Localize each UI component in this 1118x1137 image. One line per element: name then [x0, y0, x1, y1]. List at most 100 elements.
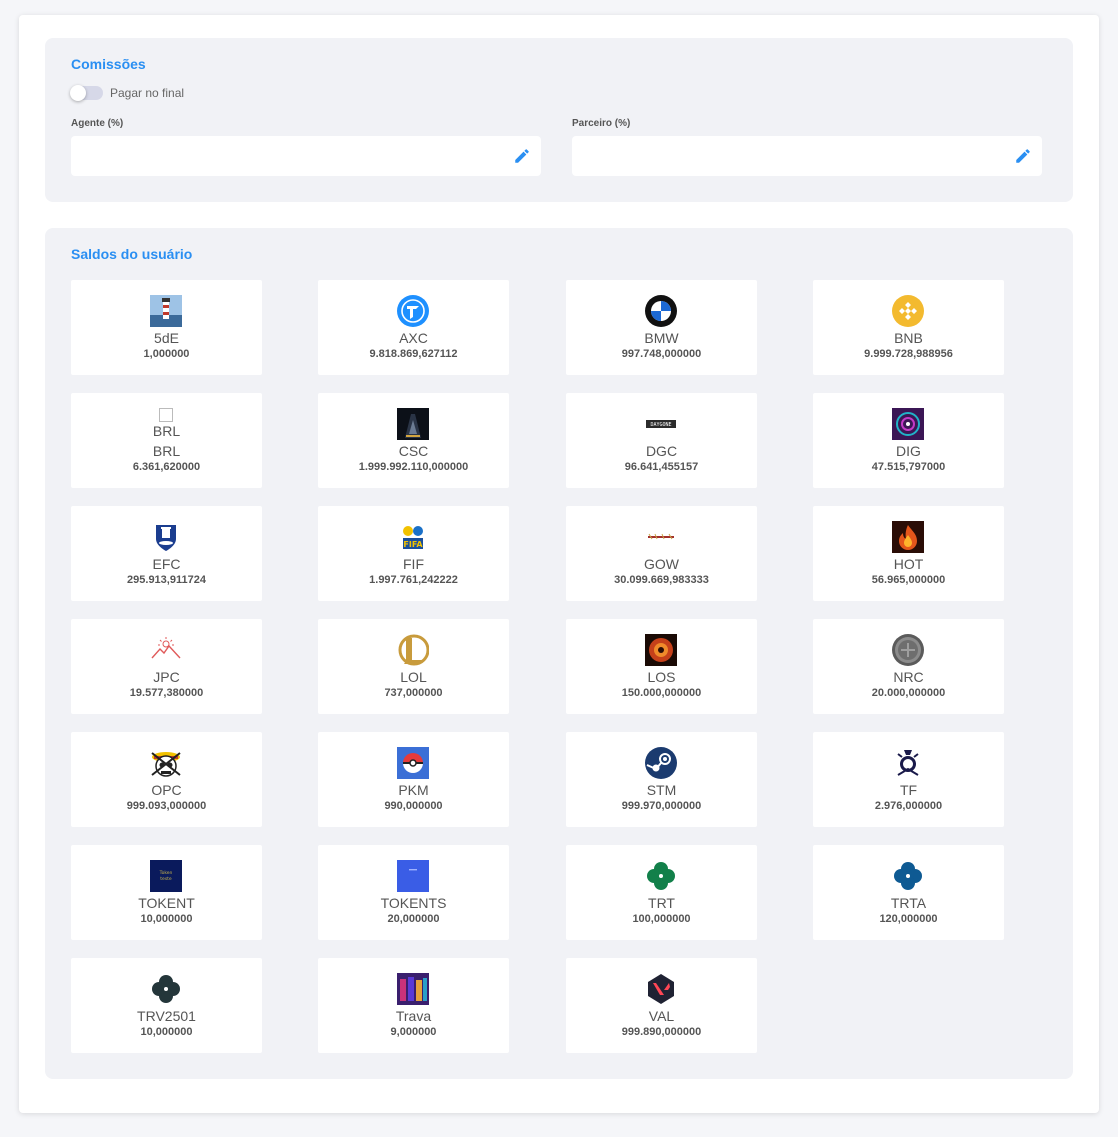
comissoes-panel: Comissões Pagar no final Agente (%) Parc…	[45, 38, 1073, 202]
clover-green-icon	[645, 860, 677, 892]
balance-tile: TOKENTS 20,000000	[318, 845, 509, 940]
balance-tile: VAL 999.890,000000	[566, 958, 757, 1053]
balance-code: LOS	[647, 669, 676, 685]
balance-tile: AXC 9.818.869,627112	[318, 280, 509, 375]
balance-value: 9,000000	[390, 1026, 437, 1038]
balance-code: VAL	[648, 1008, 675, 1024]
balance-code: TOKENT	[138, 895, 195, 911]
dig-logo-icon	[892, 408, 924, 440]
balance-value: 10,000000	[140, 1026, 193, 1038]
parceiro-input[interactable]	[572, 136, 1042, 176]
balance-value: 47.515,797000	[871, 461, 946, 473]
balance-tile: LOS 150.000,000000	[566, 619, 757, 714]
lol-logo-icon	[397, 634, 430, 666]
balance-code: BRL	[152, 443, 181, 459]
balance-code: EFC	[152, 556, 181, 572]
saldos-title: Saldos do usuário	[71, 246, 193, 262]
balance-tile: EFC 295.913,911724	[71, 506, 262, 601]
balance-code: GOW	[644, 556, 679, 572]
balance-tile: NRC 20.000,000000	[813, 619, 1004, 714]
coin-icon	[892, 634, 924, 666]
balance-value: 999.970,000000	[621, 800, 702, 812]
toggle-knob	[70, 85, 86, 101]
balance-tile: 5dE 1,000000	[71, 280, 262, 375]
bmw-logo-icon	[645, 295, 677, 327]
balance-code: OPC	[151, 782, 182, 798]
agente-label: Agente (%)	[71, 118, 124, 129]
svg-text:DAYGONE: DAYGONE	[650, 422, 671, 428]
balance-value: 20,000000	[387, 913, 440, 925]
balance-value: 10,000000	[140, 913, 193, 925]
crest-icon	[892, 747, 924, 779]
balance-code: BNB	[894, 330, 923, 346]
balance-tile: TRT 100,000000	[566, 845, 757, 940]
parceiro-field	[572, 136, 1042, 176]
clover-blue-icon	[892, 860, 924, 892]
balance-code: TF	[899, 782, 918, 798]
balance-tile: LOL 737,000000	[318, 619, 509, 714]
balance-value: 999.890,000000	[621, 1026, 702, 1038]
balance-code: TRTA	[890, 895, 927, 911]
balance-value: 997.748,000000	[621, 348, 702, 360]
pencil-icon[interactable]	[513, 147, 531, 165]
pokeball-icon	[397, 747, 429, 779]
gow-logo-icon	[645, 521, 677, 553]
balance-value: 100,000000	[632, 913, 691, 925]
balance-tile: BRL BRL 6.361,620000	[71, 393, 262, 488]
balance-code: HOT	[893, 556, 924, 572]
balance-value: 295.913,911724	[127, 574, 206, 586]
balance-tile: BMW 997.748,000000	[566, 280, 757, 375]
balance-code: CSC	[398, 443, 429, 459]
dgc-logo-icon: DAYGONE	[645, 408, 677, 440]
balance-value: 9.999.728,988956	[864, 348, 953, 360]
balance-code: BMW	[644, 330, 679, 346]
pagar-no-final-toggle[interactable]	[70, 85, 103, 101]
balance-tile: STM 999.970,000000	[566, 732, 757, 827]
balance-code: TRT	[648, 895, 675, 911]
balance-tile: GOW 30.099.669,983333	[566, 506, 757, 601]
balance-tile: Token teste TOKENT 10,000000	[71, 845, 262, 940]
balance-code: FIF	[403, 556, 424, 572]
balance-tile: CSC 1.999.992.110,000000	[318, 393, 509, 488]
agente-input[interactable]	[71, 136, 541, 176]
balance-value: 990,000000	[384, 800, 443, 812]
balance-code: STM	[646, 782, 677, 798]
svg-text:FIFA: FIFA	[403, 540, 423, 549]
balance-value: 999.093,000000	[126, 800, 207, 812]
balance-code: JPC	[153, 669, 180, 685]
los-logo-icon	[645, 634, 677, 666]
pagar-no-final-label: Pagar no final	[110, 86, 185, 100]
bnb-logo-icon	[892, 295, 924, 327]
page-card: Comissões Pagar no final Agente (%) Parc…	[19, 15, 1099, 1113]
broken-image-icon: BRL	[71, 407, 262, 439]
balance-value: 2.976,000000	[874, 800, 943, 812]
balance-tile: DAYGONE DGC 96.641,455157	[566, 393, 757, 488]
balance-value: 1.999.992.110,000000	[358, 461, 469, 473]
balance-code: TRV2501	[137, 1008, 196, 1024]
balance-value: 120,000000	[879, 913, 938, 925]
balance-value: 9.818.869,627112	[369, 348, 458, 360]
balance-tile: TF 2.976,000000	[813, 732, 1004, 827]
steam-logo-icon	[645, 747, 677, 779]
token-square-icon: Token teste	[150, 860, 182, 892]
balance-tile: JPC 19.577,380000	[71, 619, 262, 714]
balance-value: 6.361,620000	[132, 461, 201, 473]
balance-tile: DIG 47.515,797000	[813, 393, 1004, 488]
balance-code: DGC	[645, 443, 678, 459]
balance-code: PKM	[398, 782, 429, 798]
token-square-blue-icon	[397, 860, 429, 892]
axc-logo-icon	[397, 295, 429, 327]
balance-value: 19.577,380000	[129, 687, 204, 699]
trava-image-icon	[397, 973, 429, 1005]
balance-tile: TRV2501 10,000000	[71, 958, 262, 1053]
balance-value: 30.099.669,983333	[614, 574, 709, 586]
balance-code: LOL	[400, 669, 427, 685]
comissoes-title: Comissões	[71, 56, 146, 72]
balance-value: 1,000000	[143, 348, 190, 360]
balance-tile: OPC 999.093,000000	[71, 732, 262, 827]
balance-value: 20.000,000000	[871, 687, 946, 699]
mountain-sun-icon	[150, 634, 182, 666]
pagar-no-final-row: Pagar no final	[70, 85, 185, 101]
pencil-icon[interactable]	[1014, 147, 1032, 165]
balance-code: 5dE	[154, 330, 179, 346]
